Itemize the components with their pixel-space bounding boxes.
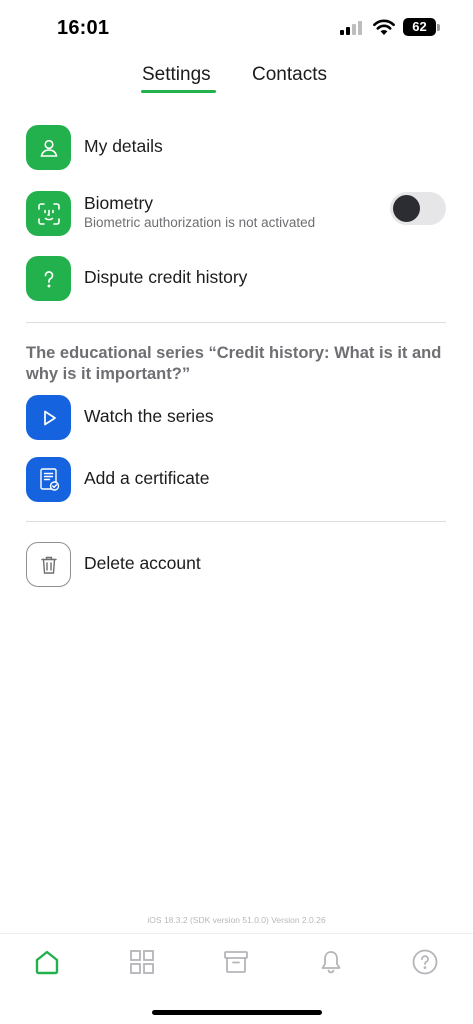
biometry-toggle[interactable] <box>390 192 446 225</box>
dispute-label: Dispute credit history <box>84 267 248 287</box>
face-id-icon <box>26 191 71 236</box>
wifi-icon <box>373 19 395 35</box>
certificate-icon <box>26 457 71 502</box>
question-icon <box>26 256 71 301</box>
archive-icon[interactable] <box>220 946 252 978</box>
my-details-label: My details <box>84 136 163 156</box>
delete-account-label: Delete account <box>84 553 201 573</box>
trash-icon <box>26 542 71 587</box>
bottom-nav <box>0 933 473 993</box>
delete-account-row[interactable]: Delete account <box>26 542 446 587</box>
divider <box>26 322 446 323</box>
version-info: iOS 18.3.2 (SDK version 51.0.0) Version … <box>147 915 326 925</box>
status-time: 16:01 <box>57 17 110 39</box>
watch-series-label: Watch the series <box>84 406 214 426</box>
my-details-row[interactable]: My details <box>26 125 446 170</box>
top-tabs: Settings Contacts <box>0 62 473 96</box>
biometry-label: Biometry <box>84 193 154 213</box>
watch-series-row[interactable]: Watch the series <box>26 395 446 440</box>
bell-icon[interactable] <box>315 946 347 978</box>
home-icon[interactable] <box>31 946 63 978</box>
home-indicator <box>152 1010 322 1015</box>
add-certificate-label: Add a certificate <box>84 468 210 488</box>
person-icon <box>26 125 71 170</box>
dispute-credit-history-row[interactable]: Dispute credit history <box>26 256 446 301</box>
cellular-signal-icon <box>340 21 366 35</box>
battery-tip <box>437 24 440 31</box>
active-tab-indicator <box>141 90 216 93</box>
educational-series-title: The educational series “Credit history: … <box>26 344 442 383</box>
toggle-knob <box>393 195 420 222</box>
status-bar: 16:01 62 <box>0 0 473 56</box>
biometry-status: Biometric authorization is not activated <box>84 215 316 230</box>
add-certificate-row[interactable]: Add a certificate <box>26 457 446 502</box>
help-icon[interactable] <box>409 946 441 978</box>
biometry-row: Biometry Biometric authorization is not … <box>26 191 446 236</box>
tab-settings[interactable]: Settings <box>142 64 211 86</box>
divider <box>26 521 446 522</box>
grid-icon[interactable] <box>126 946 158 978</box>
tab-contacts[interactable]: Contacts <box>252 64 327 86</box>
play-icon <box>26 395 71 440</box>
battery-icon: 62 <box>403 18 436 36</box>
